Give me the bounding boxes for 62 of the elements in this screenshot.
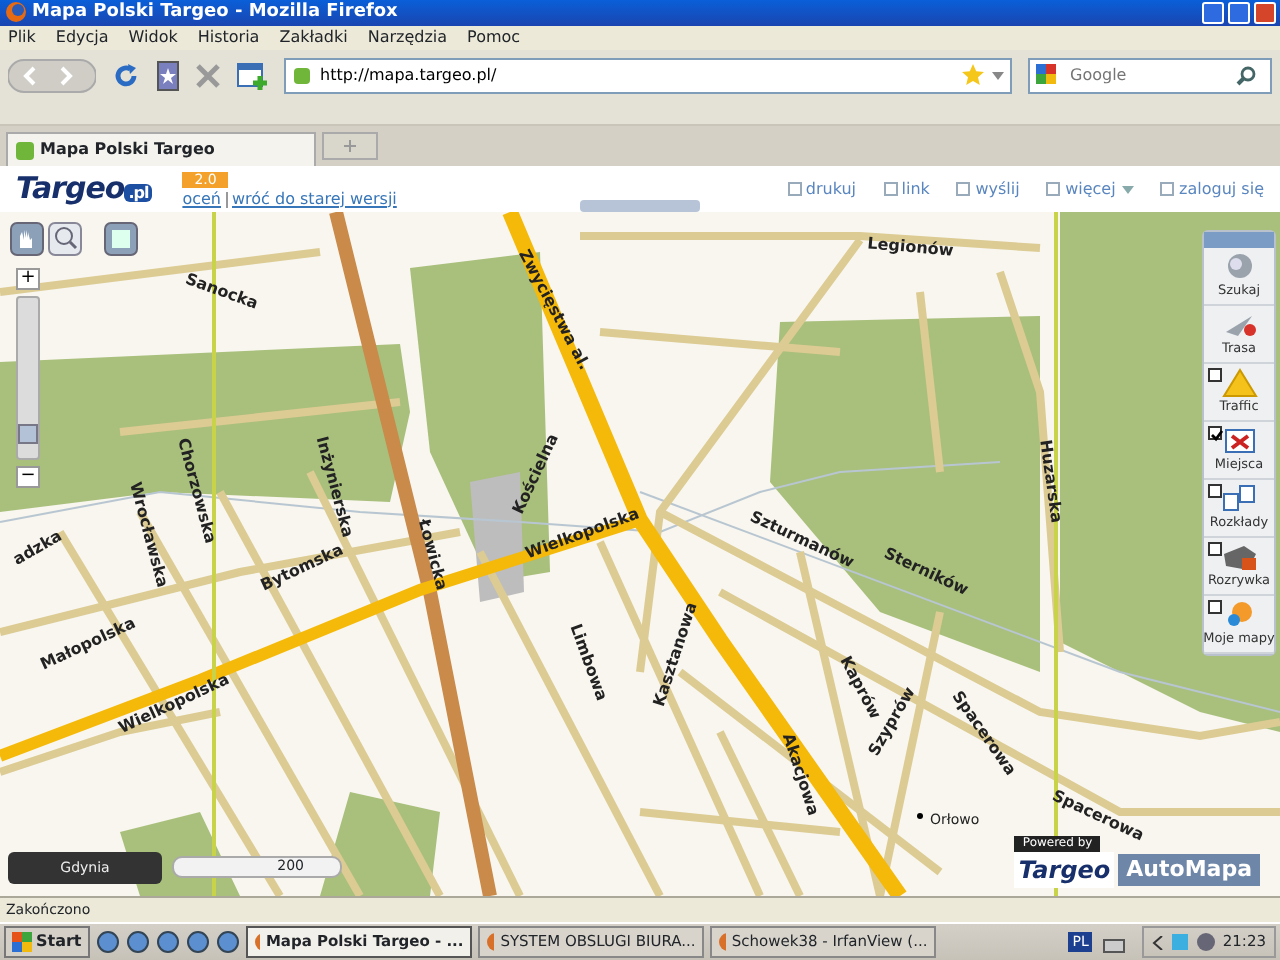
action-icon (883, 182, 898, 196)
layers-tool-button[interactable] (104, 222, 138, 256)
zoom-slider-thumb[interactable] (18, 424, 38, 444)
menu-item[interactable]: Plik (8, 26, 36, 50)
browser-tab[interactable]: Mapa Polski Targeo (6, 132, 316, 166)
layer-checkbox[interactable] (1208, 600, 1222, 614)
globe-icon[interactable] (215, 930, 240, 954)
targeo-logo: Targeo (1014, 852, 1115, 888)
app-icon (253, 932, 260, 952)
layer-checkbox[interactable] (1208, 368, 1222, 382)
header-action[interactable]: więcej (1065, 177, 1134, 201)
street-label: Huzarska (1036, 438, 1066, 524)
action-icon (1046, 182, 1061, 196)
globe-icon[interactable] (95, 930, 120, 954)
new-tab-icon[interactable] (236, 59, 268, 91)
pan-tool-button[interactable] (10, 222, 44, 256)
layer-checkbox[interactable] (1208, 484, 1222, 498)
street-label: Łowicka (414, 517, 451, 593)
reload-icon[interactable] (112, 61, 140, 89)
address-field[interactable]: http://mapa.targeo.pl/ (284, 57, 1012, 93)
minimize-button[interactable] (1201, 2, 1223, 24)
street-label: Legionów (866, 234, 955, 260)
action-icon (787, 182, 802, 196)
action-icon (956, 182, 971, 196)
layer-checkbox[interactable] (1208, 542, 1222, 556)
restore-button[interactable] (1227, 2, 1250, 24)
zoom-in-button[interactable]: + (16, 268, 40, 290)
site-icon (292, 65, 312, 85)
automapa-logo: AutoMapa (1118, 853, 1260, 887)
header-action[interactable]: drukuj (805, 177, 857, 201)
search-field[interactable]: Google (1028, 57, 1272, 93)
header-action[interactable]: link (901, 177, 930, 201)
star-icon[interactable] (962, 64, 984, 86)
site-icon (16, 141, 34, 159)
search-icon[interactable] (1236, 65, 1256, 85)
menu-item[interactable]: Edycja (55, 26, 109, 50)
zoom-out-button[interactable]: − (16, 466, 40, 488)
menu-item[interactable]: Narzędzia (367, 26, 448, 50)
bookmark-icon[interactable] (156, 59, 180, 91)
menu-item[interactable]: Zakładki (279, 26, 348, 50)
layer-checkbox[interactable] (1208, 426, 1222, 440)
window-title: Mapa Polski Targeo - Mozilla Firefox (32, 2, 398, 22)
caret-icon[interactable] (992, 71, 1004, 79)
zoom-slider[interactable] (16, 296, 40, 460)
app-icon (485, 932, 495, 952)
header-link[interactable]: wróć do starej wersji (232, 189, 397, 209)
warning-sign-icon (1217, 366, 1261, 399)
collapse-handle[interactable] (580, 200, 700, 212)
windows-logo-icon (12, 932, 32, 952)
targeo-logo: Targeo.pl (16, 168, 153, 211)
action-icon (1160, 182, 1175, 196)
menu-item[interactable]: Widok (128, 26, 178, 50)
menu-item[interactable]: Historia (197, 26, 260, 50)
zoom-tool-button[interactable] (48, 222, 82, 256)
start-button[interactable]: Start (4, 926, 90, 958)
app-icon (717, 932, 726, 952)
menu-item[interactable]: Pomoc (467, 26, 521, 50)
chevron-icon[interactable] (1152, 935, 1165, 949)
close-button[interactable] (1254, 2, 1276, 24)
header-action[interactable]: wyślij (975, 177, 1020, 201)
header-action[interactable]: zaloguj się (1179, 177, 1264, 201)
header-link[interactable]: oceń (182, 189, 221, 209)
